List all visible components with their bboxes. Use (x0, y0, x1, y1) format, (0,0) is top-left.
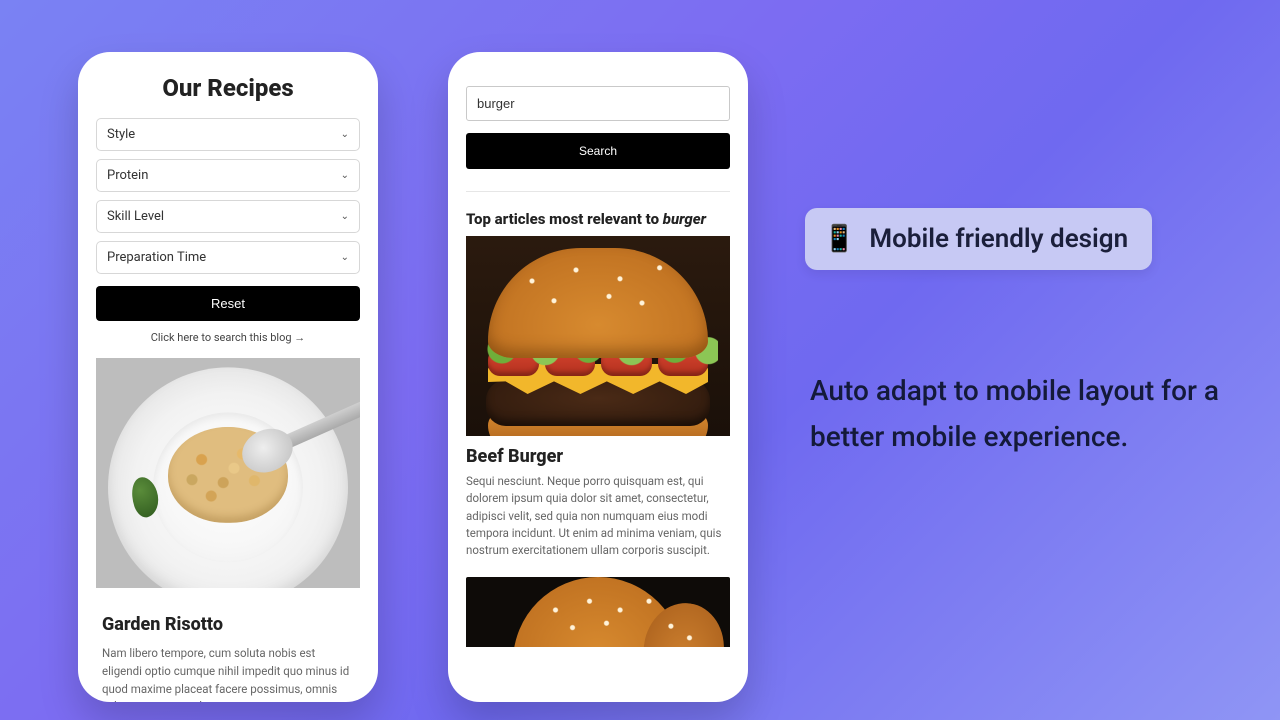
search-blog-link[interactable]: Click here to search this blog → (96, 331, 360, 344)
reset-button[interactable]: Reset (96, 286, 360, 321)
phone-mockup-filters: Our Recipes Style ⌄ Protein ⌄ Skill Leve… (78, 52, 378, 702)
phone-mockup-search: Search Top articles most relevant to bur… (448, 52, 748, 702)
search-blog-link-text: Click here to search this blog → (151, 331, 306, 344)
chevron-down-icon: ⌄ (341, 211, 349, 222)
recipe-card-text: Nam libero tempore, cum soluta nobis est… (102, 645, 354, 702)
filter-prep-label: Preparation Time (107, 250, 206, 265)
result-image-beef-burger (466, 236, 730, 436)
results-heading: Top articles most relevant to burger (466, 210, 730, 228)
chevron-down-icon: ⌄ (341, 170, 349, 181)
chevron-down-icon: ⌄ (341, 129, 349, 140)
feature-description: Auto adapt to mobile layout for a better… (810, 368, 1240, 460)
filter-skill-level[interactable]: Skill Level ⌄ (96, 200, 360, 233)
search-input[interactable] (466, 86, 730, 121)
section-divider (466, 191, 730, 192)
recipe-card-title: Garden Risotto (102, 614, 360, 635)
result-image-secondary (466, 577, 730, 647)
chevron-down-icon: ⌄ (341, 252, 349, 263)
result-card-text: Sequi nesciunt. Neque porro quisquam est… (466, 473, 730, 559)
filter-style[interactable]: Style ⌄ (96, 118, 360, 151)
filter-style-label: Style (107, 127, 135, 142)
filter-protein-label: Protein (107, 168, 148, 183)
recipe-image-risotto (96, 358, 360, 588)
page-title: Our Recipes (96, 74, 360, 102)
filter-skill-label: Skill Level (107, 209, 164, 224)
filter-protein[interactable]: Protein ⌄ (96, 159, 360, 192)
promo-canvas: Our Recipes Style ⌄ Protein ⌄ Skill Leve… (0, 0, 1280, 720)
feature-badge-text: Mobile friendly design (869, 224, 1128, 254)
filter-preparation-time[interactable]: Preparation Time ⌄ (96, 241, 360, 274)
results-heading-prefix: Top articles most relevant to (466, 210, 663, 228)
phone-icon: 📱 (823, 224, 855, 254)
results-heading-keyword: burger (663, 210, 706, 228)
feature-badge: 📱 Mobile friendly design (805, 208, 1152, 270)
result-card-title: Beef Burger (466, 446, 730, 467)
search-button[interactable]: Search (466, 133, 730, 169)
